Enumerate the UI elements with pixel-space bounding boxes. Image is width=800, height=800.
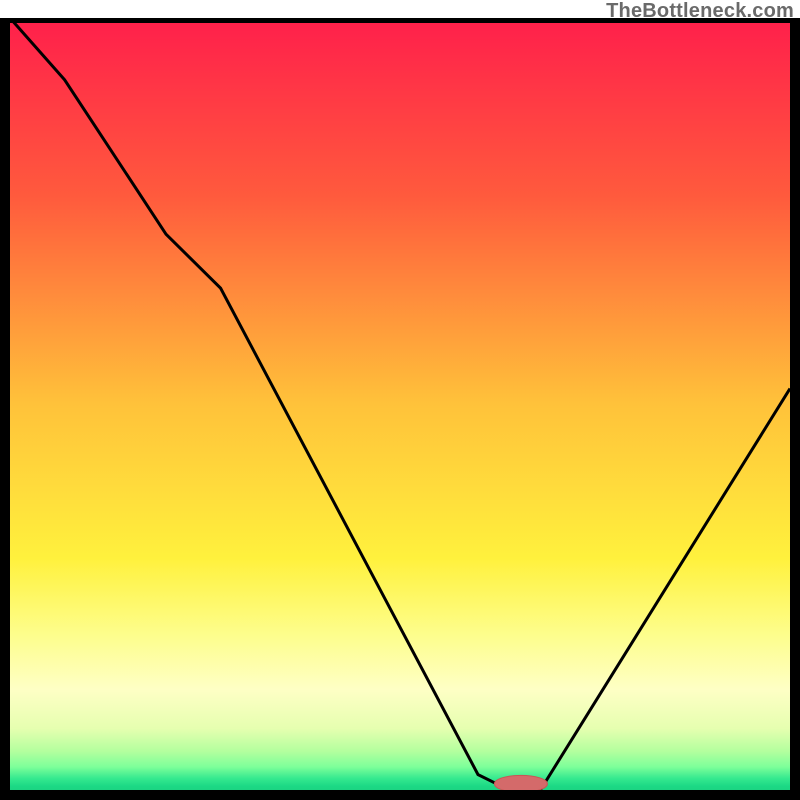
bottleneck-chart bbox=[0, 18, 800, 800]
chart-container bbox=[0, 18, 800, 800]
chart-background-gradient bbox=[10, 18, 790, 790]
optimal-marker bbox=[494, 775, 547, 792]
